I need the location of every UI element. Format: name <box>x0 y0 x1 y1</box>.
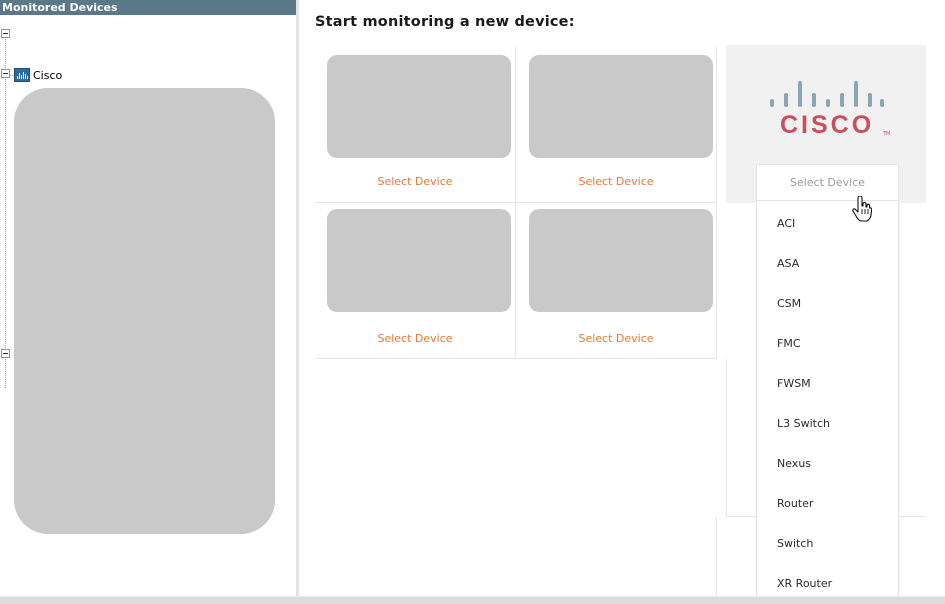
panel-divider[interactable] <box>296 0 299 596</box>
monitored-devices-panel: Monitored Devices Cisco <box>0 0 298 596</box>
vendor-logo-placeholder <box>529 209 713 312</box>
cisco-bars-icon <box>768 77 886 107</box>
menu-item-aci[interactable]: ACI <box>777 217 795 230</box>
grid-divider <box>716 517 717 596</box>
menu-item-nexus[interactable]: Nexus <box>777 457 811 470</box>
menu-item-asa[interactable]: ASA <box>777 257 799 270</box>
vendor-logo-placeholder <box>327 209 511 312</box>
menu-item-l3-switch[interactable]: L3 Switch <box>777 417 830 430</box>
select-device-dropdown[interactable]: Select Device <box>756 164 899 200</box>
tree-connector-line <box>5 36 6 388</box>
panel-header: Monitored Devices <box>0 0 298 15</box>
cisco-wordmark: CISCO <box>780 111 875 139</box>
select-device-link[interactable]: Select Device <box>516 332 716 345</box>
tree-node-cisco[interactable]: Cisco <box>14 67 62 83</box>
tree-node-label: Cisco <box>33 68 63 82</box>
redacted-device-list <box>14 88 275 534</box>
select-device-link[interactable]: Select Device <box>315 332 515 345</box>
vendor-logo-placeholder <box>529 55 713 158</box>
menu-item-fwsm[interactable]: FWSM <box>777 377 811 390</box>
horizontal-scrollbar[interactable] <box>0 596 945 604</box>
select-device-link[interactable]: Select Device <box>516 175 716 188</box>
menu-item-xr-router[interactable]: XR Router <box>777 577 832 590</box>
menu-item-fmc[interactable]: FMC <box>777 337 801 350</box>
menu-item-router[interactable]: Router <box>777 497 813 510</box>
tree-collapse-toggle-cisco[interactable] <box>1 69 10 78</box>
menu-item-switch[interactable]: Switch <box>777 537 813 550</box>
tree-collapse-toggle[interactable] <box>1 29 10 38</box>
trademark-mark: TM <box>883 131 891 137</box>
select-device-link[interactable]: Select Device <box>315 175 515 188</box>
tree-collapse-toggle[interactable] <box>1 349 10 358</box>
vendor-logo-placeholder <box>327 55 511 158</box>
page-title: Start monitoring a new device: <box>315 14 575 30</box>
device-group-icon <box>14 68 30 82</box>
device-type-menu: ACI ASA CSM FMC FWSM L3 Switch Nexus Rou… <box>756 200 899 603</box>
menu-item-csm[interactable]: CSM <box>777 297 801 310</box>
grid-divider <box>716 46 717 359</box>
hand-cursor-icon <box>852 196 872 222</box>
cisco-logo: CISCO TM <box>768 77 890 139</box>
